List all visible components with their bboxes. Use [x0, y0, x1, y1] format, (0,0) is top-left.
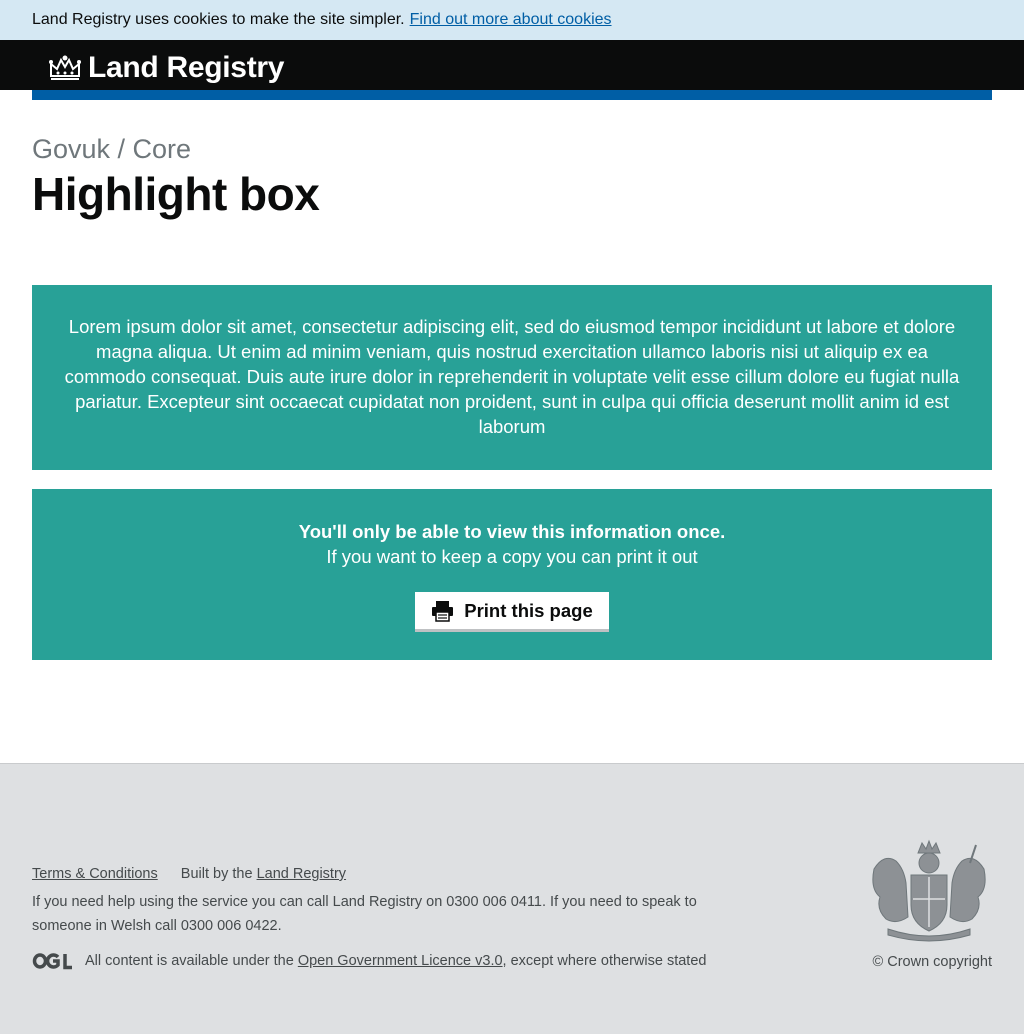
- footer-licence: All content is available under the Open …: [32, 952, 706, 970]
- site-header: Land Registry: [0, 40, 1024, 90]
- site-footer: Terms & Conditions Built by the Land Reg…: [0, 763, 1024, 1034]
- licence-link[interactable]: Open Government Licence v3.0: [298, 953, 503, 969]
- page-caption: Govuk / Core: [32, 134, 192, 164]
- licence-prefix: All content is available under the: [85, 953, 294, 969]
- highlight-paragraph: Lorem ipsum dolor sit amet, consectetur …: [64, 316, 960, 437]
- ogl-logo-icon: [32, 953, 72, 970]
- cookie-info-link[interactable]: Find out more about cookies: [410, 11, 612, 29]
- print-button[interactable]: Print this page: [415, 592, 609, 632]
- crown-icon: [49, 55, 81, 80]
- cookie-banner: Land Registry uses cookies to make the s…: [0, 0, 1024, 40]
- licence-suffix: , except where otherwise stated: [502, 953, 707, 969]
- print-button-label: Print this page: [464, 599, 593, 621]
- brand-link[interactable]: Land Registry: [88, 51, 284, 85]
- terms-link[interactable]: Terms & Conditions: [32, 866, 158, 882]
- royal-coat-of-arms-icon: [872, 839, 986, 942]
- header-accent-bar: [32, 90, 992, 100]
- highlight-box-text: Lorem ipsum dolor sit amet, consectetur …: [32, 285, 992, 470]
- built-by-text: Built by the: [180, 866, 253, 882]
- cookie-banner-text: Land Registry uses cookies to make the s…: [32, 11, 405, 28]
- header-logo[interactable]: Land Registry: [48, 51, 284, 85]
- highlight-text: If you want to keep a copy you can print…: [326, 546, 698, 567]
- highlight-box-print: You'll only be able to view this informa…: [32, 489, 992, 660]
- main-content: Govuk / Core Highlight box Lorem ipsum d…: [0, 134, 1024, 660]
- footer-help-text: If you need help using the service you c…: [32, 894, 697, 934]
- land-registry-link[interactable]: Land Registry: [257, 866, 346, 882]
- printer-icon: [432, 600, 454, 622]
- footer-links: Terms & Conditions Built by the Land Reg…: [32, 866, 346, 882]
- crown-copyright: © Crown copyright: [872, 954, 992, 970]
- page-title: Highlight box: [32, 168, 320, 220]
- highlight-bold-text: You'll only be able to view this informa…: [298, 521, 726, 542]
